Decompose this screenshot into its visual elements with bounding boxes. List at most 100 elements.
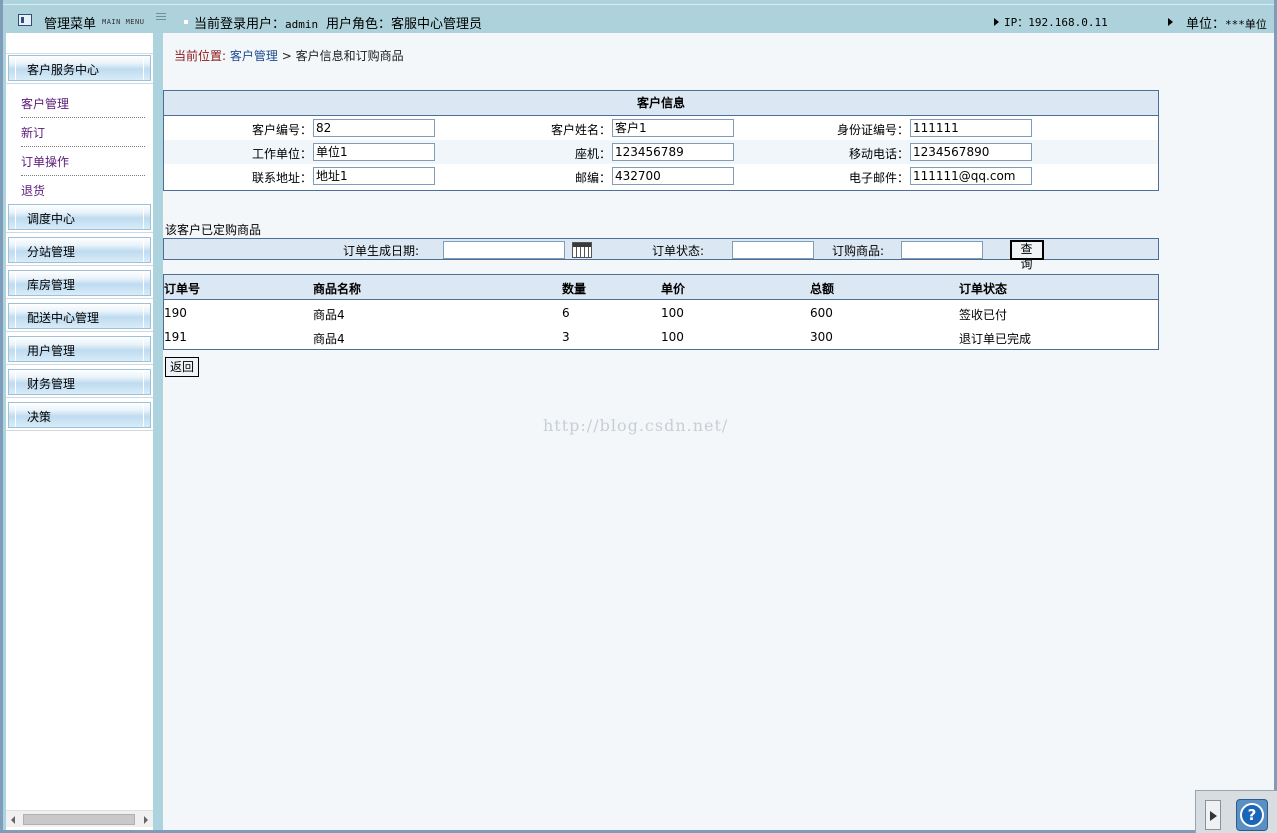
divider <box>6 53 153 54</box>
menu-icon <box>18 14 32 26</box>
id-card-label: 身份证编号： <box>837 123 910 137</box>
customer-name-field[interactable]: 客户1 <box>612 119 734 137</box>
table-row[interactable]: 191 商品4 3 100 300 退订单已完成 <box>164 324 1158 348</box>
address-label: 联系地址： <box>252 171 313 185</box>
breadcrumb-link-customer-management[interactable]: 客户管理 <box>230 49 278 63</box>
breadcrumb: 当前位置: 客户管理 > 客户信息和订购商品 <box>174 47 404 64</box>
ordered-products-title: 该客户已定购商品 <box>165 223 262 237</box>
sidebar: 客户服务中心 客户管理 新订 订单操作 退货 调度中心 分站管理 库房管理 配送… <box>6 33 153 830</box>
arrow-right-icon <box>1168 18 1173 26</box>
product-name-cell: 商品4 <box>313 308 345 322</box>
order-number-cell: 191 <box>164 330 187 344</box>
order-date-input[interactable] <box>443 241 565 259</box>
product-name-cell: 商品4 <box>313 332 345 346</box>
email-label: 电子邮件： <box>849 171 910 185</box>
sidebar-item-new-order[interactable]: 新订 <box>21 124 145 147</box>
info-row: 联系地址： 地址1 邮编： 432700 电子邮件： 111111@qq.com <box>164 164 1158 188</box>
quantity-cell: 3 <box>562 330 570 344</box>
landline-label: 座机： <box>575 147 612 161</box>
back-button[interactable]: 返回 <box>165 357 199 377</box>
sidebar-group-delivery[interactable]: 配送中心管理 <box>8 303 151 329</box>
divider <box>6 232 153 233</box>
sidebar-group-substation[interactable]: 分站管理 <box>8 237 151 263</box>
divider <box>6 331 153 332</box>
landline-field[interactable]: 123456789 <box>612 143 734 161</box>
unit-price-cell: 100 <box>661 330 684 344</box>
help-button[interactable]: ? <box>1236 799 1268 831</box>
id-card-field[interactable]: 111111 <box>910 119 1032 137</box>
order-date-label: 订单生成日期: <box>343 244 420 258</box>
sidebar-group-decision[interactable]: 决策 <box>8 402 151 428</box>
sidebar-horizontal-scrollbar[interactable] <box>6 810 153 827</box>
unit-price-cell: 100 <box>661 306 684 320</box>
ordered-product-label: 订购商品: <box>832 244 885 258</box>
divider <box>6 430 153 431</box>
email-field[interactable]: 111111@qq.com <box>910 167 1032 185</box>
column-header: 总额 <box>810 282 835 296</box>
total-cell: 300 <box>810 330 833 344</box>
sidebar-item-customer-management[interactable]: 客户管理 <box>21 95 145 118</box>
address-field[interactable]: 地址1 <box>313 167 435 185</box>
menu-title: 管理菜单 <box>44 17 97 32</box>
sidebar-group-customer-service[interactable]: 客户服务中心 <box>8 55 151 81</box>
arrow-right-icon <box>994 18 999 26</box>
sidebar-group-finance[interactable]: 财务管理 <box>8 369 151 395</box>
question-icon: ? <box>1240 803 1264 827</box>
customer-id-field[interactable]: 82 <box>313 119 435 137</box>
sidebar-group-users[interactable]: 用户管理 <box>8 336 151 362</box>
order-status-label: 订单状态: <box>652 244 705 258</box>
customer-name-label: 客户姓名： <box>551 123 612 137</box>
column-header: 商品名称 <box>313 282 362 296</box>
customer-info-panel: 客户信息 客户编号： 82 客户姓名： 客户1 身份证编号： 111111 工作… <box>163 90 1159 191</box>
order-status-input[interactable] <box>732 241 814 259</box>
column-header: 订单号 <box>164 282 201 296</box>
divider <box>6 265 153 266</box>
divider <box>6 364 153 365</box>
menu-subtitle: MAIN MENU <box>102 18 145 26</box>
collapse-handle-icon[interactable] <box>156 13 166 25</box>
mobile-label: 移动电话： <box>849 147 910 161</box>
orders-table-header: 订单号 商品名称 数量 单价 总额 订单状态 <box>164 275 1158 300</box>
query-button[interactable]: 查询 <box>1010 240 1044 271</box>
calendar-icon[interactable] <box>572 242 592 258</box>
order-status-cell: 签收已付 <box>959 308 1008 322</box>
sidebar-group-dispatch[interactable]: 调度中心 <box>8 204 151 230</box>
divider <box>6 397 153 398</box>
work-unit-label: 工作单位： <box>252 147 313 161</box>
quantity-cell: 6 <box>562 306 570 320</box>
sidebar-group-warehouse[interactable]: 库房管理 <box>8 270 151 296</box>
divider <box>6 298 153 299</box>
breadcrumb-prefix: 当前位置: <box>174 49 227 63</box>
order-number-cell: 190 <box>164 306 187 320</box>
scrollbar-thumb[interactable] <box>23 814 135 825</box>
total-cell: 600 <box>810 306 833 320</box>
divider <box>6 83 153 84</box>
bullet-icon <box>184 20 188 24</box>
scroll-left-icon[interactable] <box>11 816 15 824</box>
column-header: 单价 <box>661 282 686 296</box>
work-unit-field[interactable]: 单位1 <box>313 143 435 161</box>
column-header: 订单状态 <box>959 282 1008 296</box>
sidebar-item-return[interactable]: 退货 <box>21 182 145 204</box>
info-row: 客户编号： 82 客户姓名： 客户1 身份证编号： 111111 <box>164 116 1158 140</box>
mobile-field[interactable]: 1234567890 <box>910 143 1032 161</box>
postcode-label: 邮编： <box>575 171 612 185</box>
ordered-product-input[interactable] <box>901 241 983 259</box>
sidebar-item-order-operation[interactable]: 订单操作 <box>21 153 145 176</box>
breadcrumb-current: > 客户信息和订购商品 <box>277 49 404 63</box>
watermark: http://blog.csdn.net/ <box>543 416 729 435</box>
postcode-field[interactable]: 432700 <box>612 167 734 185</box>
expand-arrow-icon[interactable] <box>1205 800 1221 830</box>
ip-address: IP：192.168.0.11 <box>1004 16 1108 29</box>
column-header: 数量 <box>562 282 587 296</box>
top-bar: 管理菜单 MAIN MENU 当前登录用户：admin 用户角色：客服中心管理员… <box>3 4 1274 33</box>
info-row: 工作单位： 单位1 座机： 123456789 移动电话： 1234567890 <box>164 140 1158 164</box>
unit-info: 单位：***单位 <box>1186 17 1267 32</box>
customer-id-label: 客户编号： <box>252 123 313 137</box>
scroll-right-icon[interactable] <box>144 816 148 824</box>
order-status-cell: 退订单已完成 <box>959 332 1032 346</box>
customer-info-title: 客户信息 <box>164 91 1158 116</box>
table-row[interactable]: 190 商品4 6 100 600 签收已付 <box>164 300 1158 324</box>
main-content: 当前位置: 客户管理 > 客户信息和订购商品 客户信息 客户编号： 82 客户姓… <box>163 33 1274 830</box>
orders-table: 订单号 商品名称 数量 单价 总额 订单状态 190 商品4 6 100 600… <box>163 274 1159 350</box>
